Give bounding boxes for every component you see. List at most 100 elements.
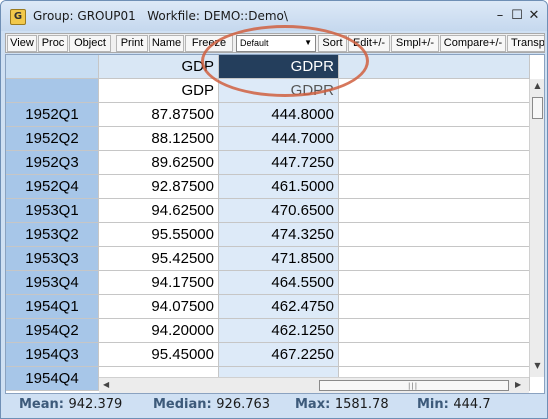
vertical-scrollbar[interactable]: ▲ ▼ — [529, 79, 544, 377]
empty-cell[interactable] — [339, 319, 530, 343]
empty-cell[interactable] — [339, 127, 530, 151]
data-grid[interactable]: GDP GDPR GDP GDPR 1952Q1 87.87500 444.80… — [5, 54, 545, 394]
gdp-cell[interactable]: 94.62500 — [99, 199, 219, 223]
row-label[interactable]: 1953Q3 — [6, 247, 99, 271]
group-window: G Group: GROUP01 Workfile: DEMO::Demo\ –… — [0, 0, 548, 419]
stat-mean: Mean: 942.379 — [19, 397, 122, 412]
maximize-button[interactable]: ☐ — [509, 8, 525, 24]
subheader-row: GDP GDPR — [6, 79, 530, 103]
table-row: 1953Q2 95.55000 474.3250 — [6, 223, 530, 247]
gdpr-cell[interactable]: 444.8000 — [219, 103, 339, 127]
table-row: 1952Q1 87.87500 444.8000 — [6, 103, 530, 127]
gdp-cell[interactable]: 88.12500 — [99, 127, 219, 151]
row-label[interactable]: 1952Q1 — [6, 103, 99, 127]
row-label[interactable]: 1952Q2 — [6, 127, 99, 151]
name-button[interactable]: Name — [149, 35, 184, 52]
dropdown-value: Default — [240, 38, 269, 48]
gdpr-cell[interactable]: 464.5500 — [219, 271, 339, 295]
table-row: 1954Q3 95.45000 467.2250 — [6, 343, 530, 367]
horizontal-scroll-thumb[interactable]: ||| — [319, 380, 509, 391]
empty-cell[interactable] — [339, 343, 530, 367]
grip-icon: ||| — [408, 382, 419, 390]
toolbar: View Proc Object Print Name Freeze Defau… — [5, 33, 545, 53]
scroll-right-icon[interactable]: ▶ — [515, 380, 521, 389]
view-button[interactable]: View — [7, 35, 37, 52]
row-label[interactable]: 1952Q3 — [6, 151, 99, 175]
row-label[interactable]: 1954Q1 — [6, 295, 99, 319]
empty-cell[interactable] — [339, 247, 530, 271]
gdp-cell[interactable]: 87.87500 — [99, 103, 219, 127]
empty-cell[interactable] — [339, 103, 530, 127]
empty-cell[interactable] — [339, 151, 530, 175]
table-row: 1952Q3 89.62500 447.7250 — [6, 151, 530, 175]
row-label[interactable]: 1953Q4 — [6, 271, 99, 295]
table-row: 1953Q3 95.42500 471.8500 — [6, 247, 530, 271]
gdp-cell[interactable]: 95.45000 — [99, 343, 219, 367]
row-label[interactable]: 1953Q1 — [6, 199, 99, 223]
subheader-gdpr: GDPR — [219, 79, 339, 103]
display-format-dropdown[interactable]: Default ▼ — [236, 35, 316, 52]
gdpr-cell[interactable]: 447.7250 — [219, 151, 339, 175]
close-button[interactable]: ✕ — [526, 8, 542, 24]
gdp-cell[interactable]: 95.55000 — [99, 223, 219, 247]
table-row: 1954Q1 94.07500 462.4750 — [6, 295, 530, 319]
object-button[interactable]: Object — [69, 35, 111, 52]
table-row: 1954Q2 94.20000 462.1250 — [6, 319, 530, 343]
gdp-cell[interactable]: 94.07500 — [99, 295, 219, 319]
app-icon: G — [10, 9, 26, 25]
gdp-cell[interactable]: 92.87500 — [99, 175, 219, 199]
gdpr-cell[interactable]: 467.2250 — [219, 343, 339, 367]
freeze-button[interactable]: Freeze — [185, 35, 233, 52]
sort-button[interactable]: Sort — [318, 35, 347, 52]
horizontal-scrollbar[interactable]: ◀ ||| ▶ — [99, 377, 529, 393]
column-header-empty[interactable] — [339, 55, 530, 79]
mean-value: 942.379 — [68, 397, 123, 412]
gdpr-cell[interactable]: 462.1250 — [219, 319, 339, 343]
subheader-empty — [339, 79, 530, 103]
gdpr-cell[interactable]: 461.5000 — [219, 175, 339, 199]
empty-cell[interactable] — [339, 175, 530, 199]
gdp-cell[interactable]: 94.17500 — [99, 271, 219, 295]
row-label[interactable]: 1952Q4 — [6, 175, 99, 199]
window-title: Group: GROUP01 Workfile: DEMO::Demo\ — [33, 9, 288, 23]
gdp-cell[interactable]: 95.42500 — [99, 247, 219, 271]
table-row: 1952Q2 88.12500 444.7000 — [6, 127, 530, 151]
row-label[interactable]: 1953Q2 — [6, 223, 99, 247]
gdpr-cell[interactable]: 444.7000 — [219, 127, 339, 151]
row-label[interactable]: 1954Q2 — [6, 319, 99, 343]
row-label[interactable]: 1954Q4 — [6, 367, 99, 391]
column-header-gdp[interactable]: GDP — [99, 55, 219, 79]
minimize-button[interactable]: – — [492, 8, 508, 24]
empty-cell[interactable] — [339, 295, 530, 319]
stat-min: Min: 444.7 — [417, 397, 491, 412]
proc-button[interactable]: Proc — [38, 35, 68, 52]
vertical-scroll-thumb[interactable] — [532, 97, 543, 119]
gdpr-cell[interactable]: 462.4750 — [219, 295, 339, 319]
max-value: 1581.78 — [334, 397, 389, 412]
empty-cell[interactable] — [339, 199, 530, 223]
mean-label: Mean: — [19, 397, 64, 412]
gdpr-cell[interactable]: 471.8500 — [219, 247, 339, 271]
empty-cell[interactable] — [339, 271, 530, 295]
title-bar[interactable]: G Group: GROUP01 Workfile: DEMO::Demo\ –… — [1, 1, 547, 31]
subheader-corner — [6, 79, 99, 103]
row-label[interactable]: 1954Q3 — [6, 343, 99, 367]
compare-toggle-button[interactable]: Compare+/- — [440, 35, 506, 52]
print-button[interactable]: Print — [116, 35, 148, 52]
transpose-button[interactable]: Transp — [507, 35, 544, 52]
empty-cell[interactable] — [339, 223, 530, 247]
gdp-cell[interactable]: 89.62500 — [99, 151, 219, 175]
gdp-cell[interactable]: 94.20000 — [99, 319, 219, 343]
gdpr-cell[interactable]: 474.3250 — [219, 223, 339, 247]
corner-cell[interactable] — [6, 55, 99, 79]
edit-toggle-button[interactable]: Edit+/- — [348, 35, 390, 52]
table-row: 1953Q4 94.17500 464.5500 — [6, 271, 530, 295]
scroll-up-icon[interactable]: ▲ — [532, 81, 543, 94]
gdpr-cell[interactable]: 470.6500 — [219, 199, 339, 223]
table-row: 1953Q1 94.62500 470.6500 — [6, 199, 530, 223]
subheader-gdp: GDP — [99, 79, 219, 103]
scroll-left-icon[interactable]: ◀ — [103, 380, 109, 389]
scroll-down-icon[interactable]: ▼ — [532, 361, 543, 374]
sample-toggle-button[interactable]: Smpl+/- — [391, 35, 439, 52]
column-header-gdpr[interactable]: GDPR — [219, 55, 339, 79]
